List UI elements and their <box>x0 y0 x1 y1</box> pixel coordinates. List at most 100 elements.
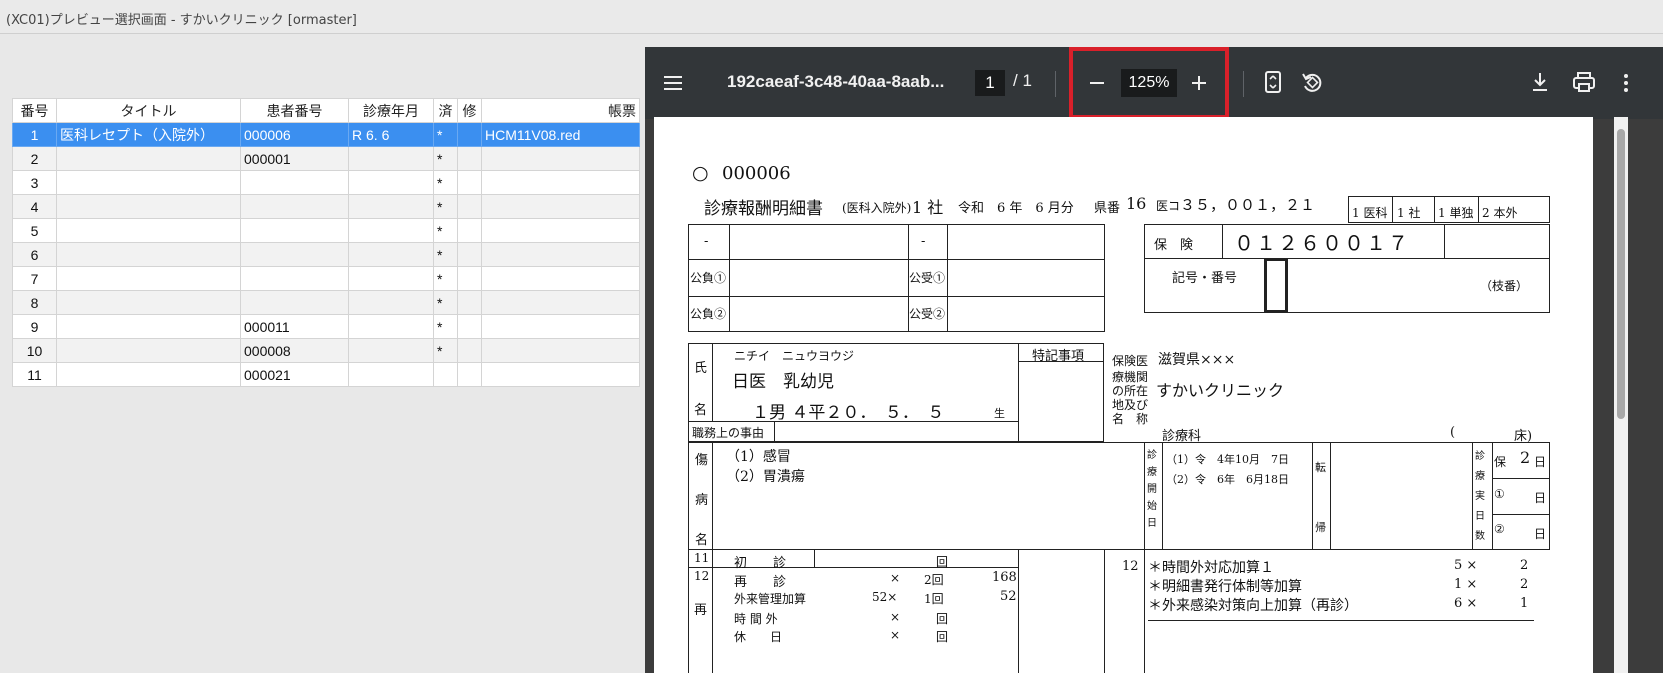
header-month[interactable]: 診療年月 <box>348 98 434 123</box>
header-number[interactable]: 番号 <box>12 98 57 123</box>
doc-diagnosis-box <box>688 442 1550 550</box>
cell-patient-number <box>240 194 349 219</box>
cell-modified <box>457 290 482 315</box>
table-header-row: 番号 タイトル 患者番号 診療年月済修帳票 <box>12 98 640 123</box>
cell-number: 11 <box>12 362 57 387</box>
cell-modified <box>457 242 482 267</box>
doc-item-2: ＊明細書発行体制等加算 <box>1148 579 1302 595</box>
header-title[interactable]: タイトル <box>56 98 241 123</box>
cell-number: 6 <box>12 242 57 267</box>
cell-done: * <box>433 218 458 243</box>
cell-modified <box>457 362 482 387</box>
doc-kenban-label: 県番 <box>1094 201 1121 216</box>
cell-number: 8 <box>12 290 57 315</box>
doc-byo: 病 <box>695 493 709 508</box>
doc-circle-mark: ○ <box>692 162 709 184</box>
table-row[interactable]: 1 医科レセプト（入院外） 000006 R 6. 6 * HCM11V08.red <box>12 122 640 147</box>
cell-month <box>348 242 434 267</box>
zoom-level-input[interactable]: 125% <box>1121 69 1177 97</box>
cell-form <box>481 242 640 267</box>
cell-patient-number: 000006 <box>240 122 349 147</box>
cell-title <box>56 290 241 315</box>
doc-paren: ( <box>1450 425 1456 440</box>
page-number-input[interactable]: 1 <box>975 70 1005 96</box>
doc-mei: 名 <box>694 403 708 418</box>
table-row[interactable]: 8 * <box>12 290 640 315</box>
header-done[interactable]: 済 <box>433 98 458 123</box>
doc-item-1: ＊時間外対応加算１ <box>1148 560 1274 576</box>
doc-koju2: 公受② <box>909 307 946 321</box>
page-total: / 1 <box>1013 71 1032 90</box>
cell-form <box>481 266 640 291</box>
header-form[interactable]: 帳票 <box>481 98 640 123</box>
doc-r11: 11 <box>694 551 710 565</box>
doc-kenban: 16 <box>1126 194 1147 213</box>
doc-ikoto: ３５，００１，２１ <box>1180 196 1316 214</box>
table-row[interactable]: 2 000001 * <box>12 146 640 171</box>
print-icon[interactable] <box>1571 69 1597 95</box>
table-body: 1 医科レセプト（入院外） 000006 R 6. 6 * HCM11V08.red 2 00… <box>12 122 640 387</box>
cell-done: * <box>433 338 458 363</box>
doc-gairai-count: 1回 <box>924 592 944 606</box>
doc-gairai-points: 52 <box>1000 589 1017 604</box>
cell-modified <box>457 194 482 219</box>
cell-title <box>56 194 241 219</box>
doc-ikoto-label: 医コ <box>1156 199 1181 213</box>
table-row[interactable]: 6 * <box>12 242 640 267</box>
fit-page-icon[interactable] <box>1262 69 1284 95</box>
doc-dash1: - <box>704 234 709 249</box>
pdf-scrollbar-thumb[interactable] <box>1617 129 1625 419</box>
cell-form <box>481 218 640 243</box>
cell-month <box>348 362 434 387</box>
window-title: (XC01)プレビュー選択画面 - すかいクリニック [ormaster] <box>6 13 357 28</box>
preview-list: 番号 タイトル 患者番号 診療年月済修帳票 1 医科レセプト（入院外） 000006 R 6… <box>12 98 640 387</box>
zoom-out-icon[interactable] <box>1087 73 1107 93</box>
more-options-icon[interactable] <box>1621 71 1631 95</box>
doc-kaishi-label: 診療開始日 <box>1147 450 1157 529</box>
doc-gairai: 外来管理加算 <box>734 592 807 606</box>
doc-month: 令和 6 年 6 月分 <box>958 201 1074 216</box>
doc-inst-label: 名 称 <box>1112 412 1149 426</box>
doc-kigo-mark <box>1264 258 1288 313</box>
hamburger-icon[interactable] <box>663 71 683 95</box>
rotate-icon[interactable] <box>1299 69 1325 95</box>
cell-form <box>481 194 640 219</box>
pdf-filename: 192caeaf-3c48-40aa-8aab... <box>727 72 945 91</box>
doc-title: 診療報酬明細書 <box>704 199 823 219</box>
cell-patient-number: 000001 <box>240 146 349 171</box>
doc-patient-name: 日医 乳幼児 <box>732 372 834 392</box>
doc-ki: 帰 <box>1315 521 1326 534</box>
doc-patient-number: 000006 <box>722 163 791 184</box>
preview-table: 番号 タイトル 患者番号 診療年月済修帳票 1 医科レセプト（入院外） 000006 R 6… <box>12 98 640 387</box>
doc-cat4: 2 本外 <box>1482 206 1518 220</box>
pdf-scrollbar[interactable] <box>1614 117 1628 673</box>
table-row[interactable]: 10 000008 * <box>12 338 640 363</box>
doc-nichi: 日 <box>1534 527 1547 541</box>
doc-jitsu-label: 診療実日数 <box>1475 451 1485 542</box>
table-row[interactable]: 4 * <box>12 194 640 219</box>
doc-koju1: 公受① <box>909 271 946 285</box>
table-row[interactable]: 9 000011 * <box>12 314 640 339</box>
cell-modified <box>457 266 482 291</box>
cell-month <box>348 170 434 195</box>
cell-form <box>481 290 640 315</box>
doc-cat1: 1 医科 <box>1352 206 1388 220</box>
table-row[interactable]: 5 * <box>12 218 640 243</box>
zoom-in-icon[interactable] <box>1189 73 1209 93</box>
header-patient-number[interactable]: 患者番号 <box>240 98 349 123</box>
doc-item-2-qty: 1 × <box>1454 577 1478 592</box>
download-icon[interactable] <box>1529 69 1551 95</box>
doc-nichi: 日 <box>1534 491 1547 505</box>
table-row[interactable]: 11 000021 <box>12 362 640 387</box>
doc-r12: 12 <box>694 569 710 583</box>
toolbar-divider <box>1243 71 1244 97</box>
cell-modified <box>457 218 482 243</box>
cell-done: * <box>433 314 458 339</box>
table-row[interactable]: 7 * <box>12 266 640 291</box>
doc-sho: 傷 <box>695 453 709 468</box>
doc-jikangai: 時 間 外 <box>734 612 778 626</box>
cell-done: * <box>433 122 458 147</box>
header-modified[interactable]: 修 <box>457 98 482 123</box>
cell-form: HCM11V08.red <box>481 122 640 147</box>
table-row[interactable]: 3 * <box>12 170 640 195</box>
